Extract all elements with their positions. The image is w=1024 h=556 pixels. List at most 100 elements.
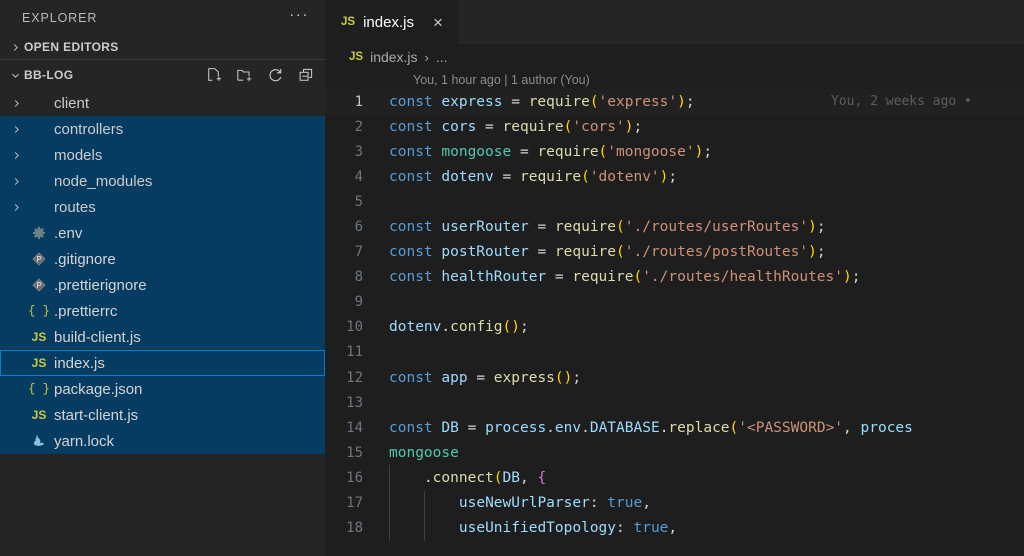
explorer-toolbar xyxy=(205,67,315,84)
tree-file-index-js[interactable]: JS index.js xyxy=(0,350,325,376)
code-line[interactable]: 7 const postRouter = require('./routes/po… xyxy=(325,240,1024,265)
line-number: 12 xyxy=(346,369,363,386)
close-icon[interactable]: × xyxy=(430,12,446,33)
chevron-right-icon xyxy=(6,98,26,109)
chevron-right-icon xyxy=(6,202,26,213)
refresh-icon[interactable] xyxy=(267,67,284,84)
code-line[interactable]: 18 useUnifiedTopology: true, xyxy=(325,515,1024,541)
tree-item-label: .env xyxy=(54,224,83,242)
line-number: 8 xyxy=(354,269,363,286)
breadcrumb-overflow[interactable]: ... xyxy=(436,49,448,65)
code-line[interactable]: 4 const dotenv = require('dotenv'); xyxy=(325,164,1024,189)
breadcrumb-file[interactable]: index.js xyxy=(370,49,417,65)
tree-item-label: .prettierignore xyxy=(54,276,147,294)
line-number: 14 xyxy=(346,419,363,436)
tree-item-label: build-client.js xyxy=(54,328,141,346)
collapse-all-icon[interactable] xyxy=(298,67,315,84)
code-line[interactable]: 5 xyxy=(325,189,1024,214)
tree-folder-node-modules[interactable]: node_modules xyxy=(0,168,325,194)
tree-item-label: package.json xyxy=(54,380,143,398)
blame-text: You, 1 hour ago | 1 author (You) xyxy=(413,72,590,87)
tree-file-build-client-js[interactable]: JS build-client.js xyxy=(0,324,325,350)
tree-file--env[interactable]: .env xyxy=(0,220,325,246)
tree-folder-controllers[interactable]: controllers xyxy=(0,116,325,142)
tab-label: index.js xyxy=(363,13,414,31)
line-number: 18 xyxy=(346,520,363,537)
code-line[interactable]: 10 dotenv.config(); xyxy=(325,315,1024,340)
section-label: OPEN EDITORS xyxy=(24,40,119,54)
tree-item-label: client xyxy=(54,94,90,112)
git-icon xyxy=(26,252,52,266)
indent-guide xyxy=(423,490,425,516)
sidebar-section-open-editors[interactable]: OPEN EDITORS xyxy=(0,35,325,60)
tree-item-label: routes xyxy=(54,198,96,216)
code-editor[interactable]: 1 const express = require('express'); You,… xyxy=(325,89,1024,556)
code-line[interactable]: 2 const cors = require('cors'); xyxy=(325,114,1024,139)
code-text: const healthRouter = require('./routes/h… xyxy=(389,269,861,286)
code-text: const dotenv = require('dotenv'); xyxy=(389,168,678,185)
tree-item-label: models xyxy=(54,146,103,164)
code-line[interactable]: 1 const express = require('express'); You,… xyxy=(325,89,1024,115)
tree-file-package-json[interactable]: { } package.json xyxy=(0,376,325,402)
breadcrumb: JS index.js › ... xyxy=(325,44,1024,70)
code-text: mongoose xyxy=(389,444,459,461)
code-line[interactable]: 11 xyxy=(325,340,1024,365)
code-line[interactable]: 15 mongoose xyxy=(325,440,1024,465)
line-number: 17 xyxy=(346,495,363,512)
new-file-icon[interactable] xyxy=(205,67,222,84)
code-line[interactable]: 12 const app = express(); xyxy=(325,365,1024,390)
inline-git-blame: You, 2 weeks ago • xyxy=(831,94,972,110)
tree-folder-client[interactable]: client xyxy=(0,90,325,116)
tree-file-start-client-js[interactable]: JS start-client.js xyxy=(0,402,325,428)
tree-file-yarn-lock[interactable]: yarn.lock xyxy=(0,428,325,454)
code-line[interactable]: 6 const userRouter = require('./routes/us… xyxy=(325,214,1024,239)
json-icon: { } xyxy=(28,304,50,318)
explorer-header: EXPLORER ··· xyxy=(0,0,325,35)
js-icon: JS xyxy=(341,16,356,28)
tree-file--prettierignore[interactable]: .prettierignore xyxy=(0,272,325,298)
more-actions-icon[interactable]: ··· xyxy=(289,7,309,25)
indent-guide xyxy=(389,490,390,516)
line-number: 1 xyxy=(354,93,363,110)
new-folder-icon[interactable] xyxy=(236,67,253,84)
explorer-sidebar: EXPLORER ··· OPEN EDITORS BB-LOG client … xyxy=(0,0,325,556)
line-number: 3 xyxy=(354,143,363,160)
code-line[interactable]: 14 const DB = process.env.DATABASE.replac… xyxy=(325,415,1024,440)
js-icon: JS xyxy=(31,330,47,344)
editor-tab-bar: JS index.js × xyxy=(325,0,1024,44)
file-tree: client controllers models node_modulesroute… xyxy=(0,90,325,454)
code-line[interactable]: 8 const healthRouter = require('./routes/… xyxy=(325,265,1024,290)
tree-folder-routes[interactable]: routes xyxy=(0,194,325,220)
code-line[interactable]: 16 .connect(DB, { xyxy=(325,465,1024,491)
chevron-right-icon xyxy=(6,150,26,161)
code-line[interactable]: 17 useNewUrlParser: true, xyxy=(325,490,1024,516)
line-number: 15 xyxy=(346,444,363,461)
code-line[interactable]: 13 xyxy=(325,390,1024,415)
tree-item-label: start-client.js xyxy=(54,406,139,424)
tree-file--prettierrc[interactable]: { } .prettierrc xyxy=(0,298,325,324)
indent-guide xyxy=(423,515,425,541)
tab-index-js[interactable]: JS index.js × xyxy=(325,0,459,44)
indent-guide xyxy=(389,465,390,491)
chevron-right-icon: › xyxy=(424,49,429,65)
js-icon: JS xyxy=(349,51,364,63)
line-number: 4 xyxy=(354,168,363,185)
vscode-window: EXPLORER ··· OPEN EDITORS BB-LOG client … xyxy=(0,0,1024,556)
tree-file--gitignore[interactable]: .gitignore xyxy=(0,246,325,272)
code-text: const mongoose = require('mongoose'); xyxy=(389,143,713,160)
line-number: 11 xyxy=(346,344,363,361)
code-text: dotenv.config(); xyxy=(389,319,529,336)
git-icon xyxy=(26,278,52,292)
page-title: EXPLORER xyxy=(22,10,98,25)
code-text: const app = express(); xyxy=(389,369,582,386)
tree-item-label: .prettierrc xyxy=(54,302,118,320)
tree-folder-models[interactable]: models xyxy=(0,142,325,168)
code-line[interactable]: 3 const mongoose = require('mongoose'); xyxy=(325,139,1024,164)
code-line[interactable]: 9 xyxy=(325,290,1024,315)
line-number: 10 xyxy=(346,319,363,336)
sidebar-section-bb-log[interactable]: BB-LOG xyxy=(0,60,325,90)
chevron-down-icon xyxy=(6,70,24,81)
code-text: const express = require('express'); xyxy=(389,93,695,110)
code-text: const DB = process.env.DATABASE.replace(… xyxy=(389,419,913,436)
yarn-icon xyxy=(26,434,52,448)
